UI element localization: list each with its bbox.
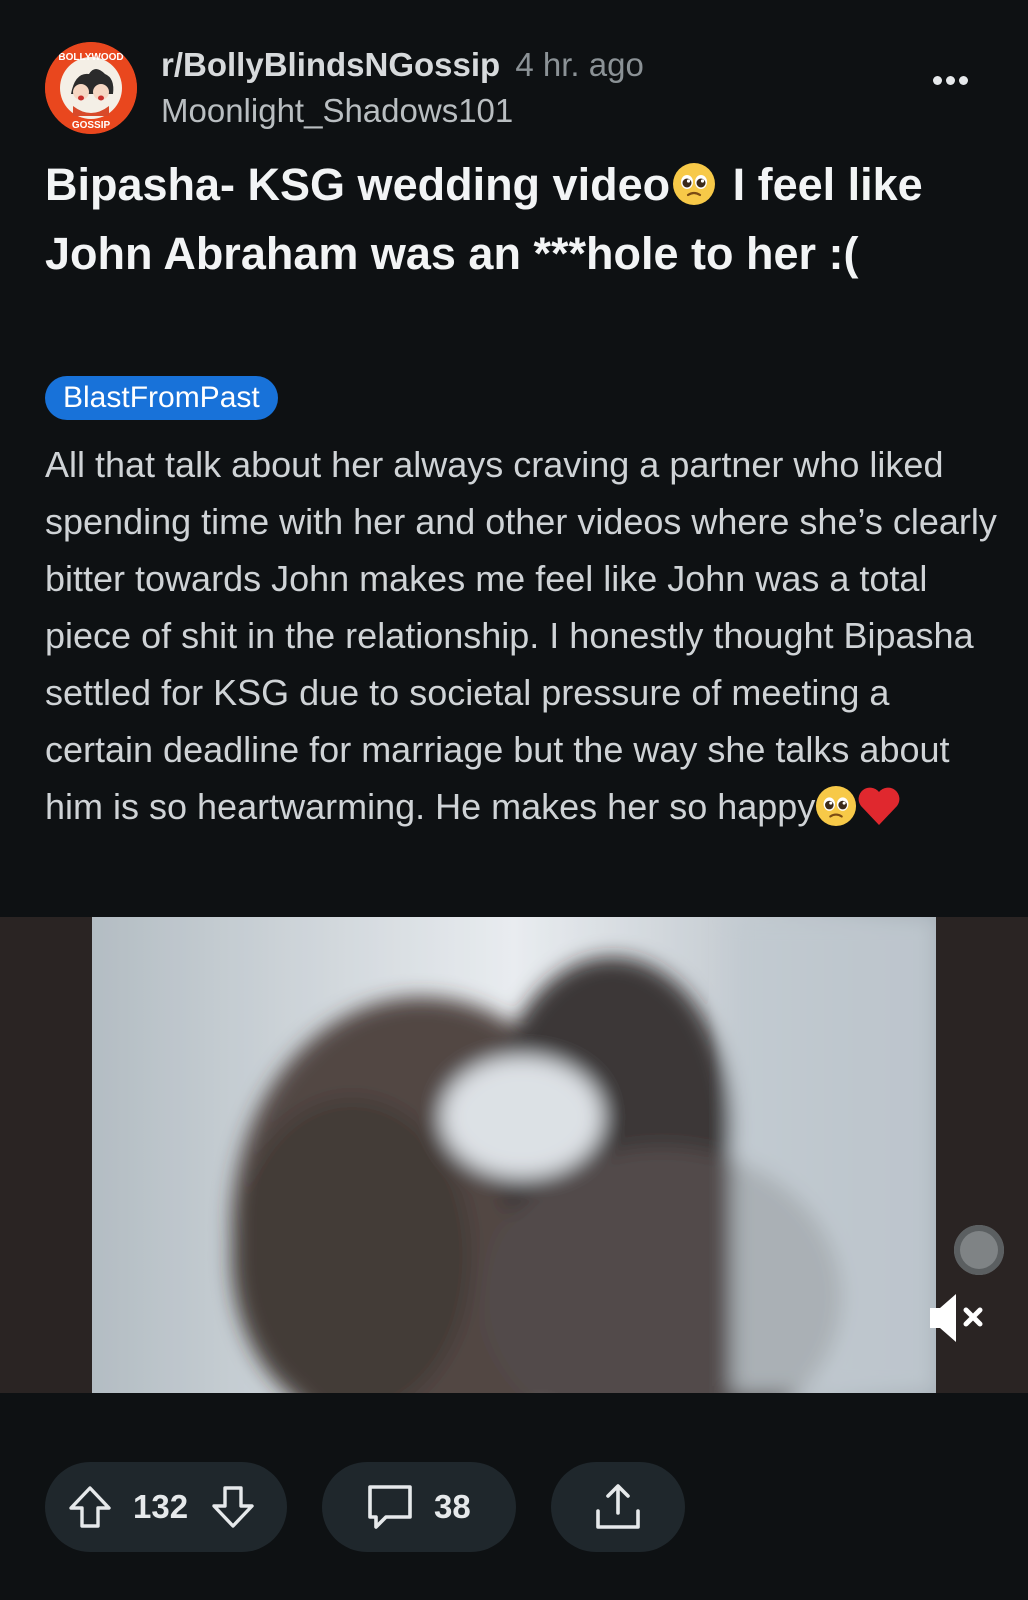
avatar-top-text: BOLLYWOOD <box>58 52 123 63</box>
pleading-face-emoji <box>816 785 857 827</box>
video-frame <box>92 917 936 1393</box>
post-title[interactable]: Bipasha- KSG wedding video I feel like J… <box>45 150 995 288</box>
post-title-part1: Bipasha- KSG wedding video <box>45 159 671 210</box>
more-dot <box>933 76 942 85</box>
pleading-face-emoji <box>673 163 716 205</box>
red-heart-emoji <box>858 787 900 825</box>
upvote-icon[interactable] <box>67 1484 113 1530</box>
comment-count: 38 <box>434 1488 471 1525</box>
more-dot <box>946 76 955 85</box>
more-dot <box>959 76 968 85</box>
comment-button[interactable]: 38 <box>322 1462 516 1552</box>
scrub-handle[interactable] <box>954 1225 1004 1275</box>
mute-icon[interactable] <box>928 1290 986 1346</box>
subreddit-line: r/BollyBlindsNGossip 4 hr. ago <box>161 46 644 84</box>
share-icon <box>596 1484 640 1529</box>
more-icon[interactable] <box>931 72 979 102</box>
post-flair[interactable]: BlastFromPast <box>45 376 278 420</box>
avatar-bottom-text: GOSSIP <box>72 120 111 131</box>
vote-pill: 132 <box>45 1462 287 1552</box>
post-header: BOLLYWOOD GOSSIP r/BollyBlindsNGossip 4 … <box>45 42 985 138</box>
share-button[interactable] <box>551 1462 685 1552</box>
subreddit-avatar[interactable]: BOLLYWOOD GOSSIP <box>45 42 137 134</box>
subreddit-name[interactable]: r/BollyBlindsNGossip <box>161 46 500 83</box>
downvote-icon[interactable] <box>210 1484 256 1530</box>
video-player[interactable] <box>0 917 1028 1393</box>
upvote-count: 132 <box>133 1488 189 1525</box>
post-time: 4 hr. ago <box>515 46 644 83</box>
author-username[interactable]: Moonlight_Shadows101 <box>161 92 513 130</box>
post-body-text: All that talk about her always craving a… <box>45 444 997 827</box>
post-body: All that talk about her always craving a… <box>45 436 1005 835</box>
comment-icon <box>368 1485 412 1529</box>
